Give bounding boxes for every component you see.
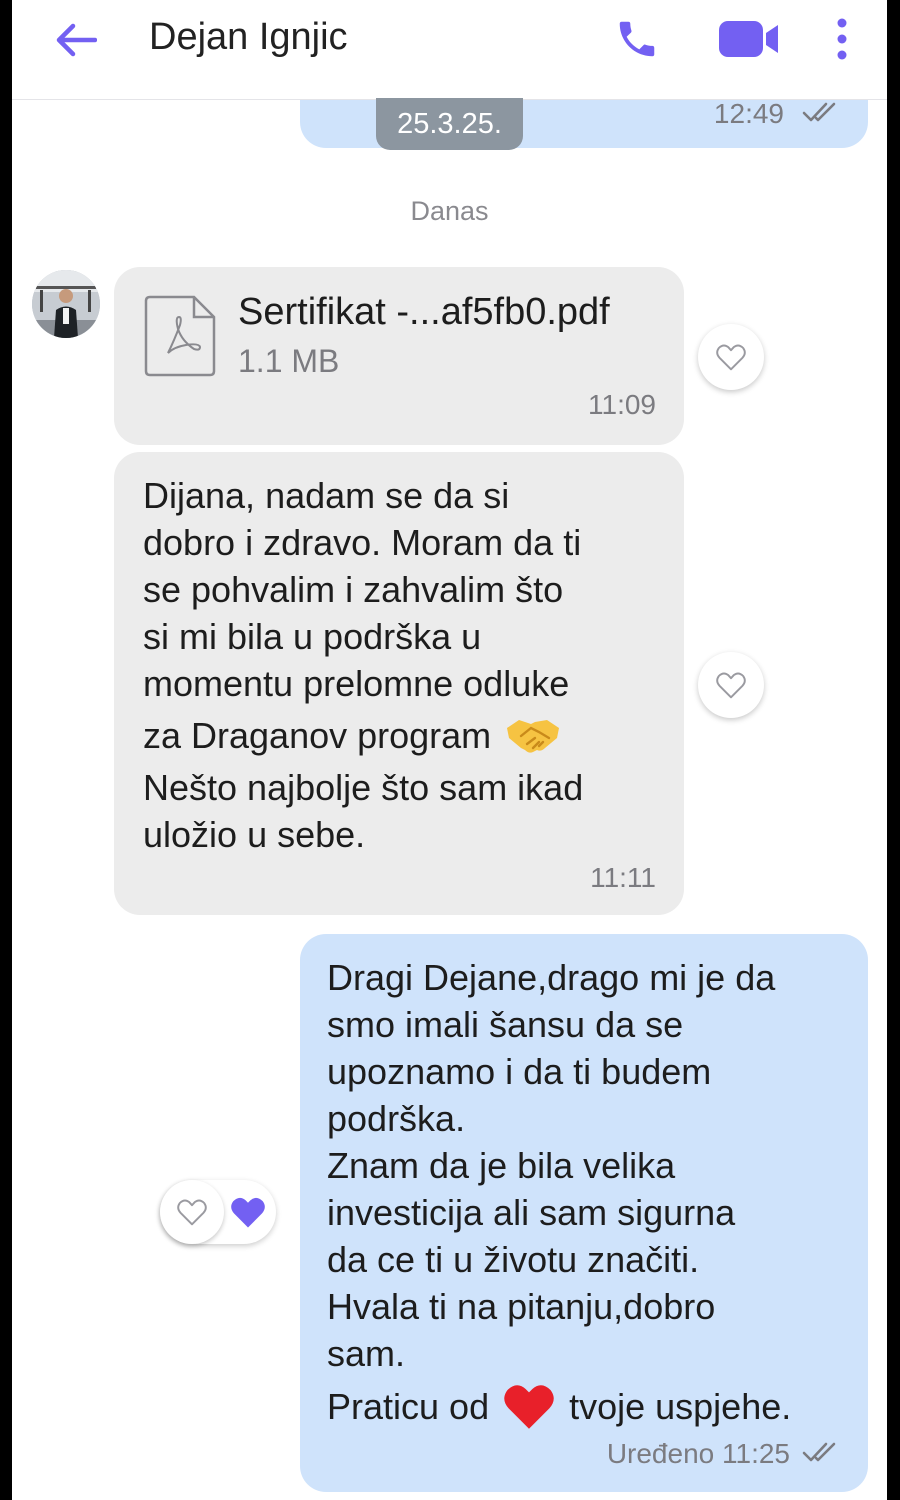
arrow-left-icon: [56, 23, 97, 57]
message-line: za Draganov program: [143, 715, 492, 756]
chat-screen: Dejan Ignjic 12:49 25.3.25. Danas Sertif…: [12, 0, 887, 1500]
message-line: investicija ali sam sigurna: [327, 1192, 736, 1233]
message-status-time: Uređeno 11:25: [607, 1438, 790, 1470]
heart-filled-icon: [231, 1197, 265, 1228]
video-call-button[interactable]: [714, 14, 784, 64]
call-button[interactable]: [610, 12, 664, 66]
file-size: 1.1 MB: [238, 343, 340, 379]
message-line: Praticu od: [327, 1385, 490, 1427]
message-line: Nešto najbolje što sam ikad: [143, 767, 584, 808]
message-line: uložio u sebe.: [143, 814, 366, 855]
pdf-file-icon: [144, 295, 216, 377]
double-check-icon: [802, 1442, 836, 1462]
message-line: momentu prelomne odluke: [143, 663, 570, 704]
red-heart-emoji-icon: [504, 1385, 554, 1429]
message-line: dobro i zdravo. Moram da ti: [143, 522, 582, 563]
message-line: Znam da je bila velika: [327, 1145, 676, 1186]
message-line: podrška.: [327, 1098, 466, 1139]
message-time: 12:49: [713, 98, 784, 129]
phone-icon: [619, 21, 655, 57]
heart-outline-icon: [716, 344, 746, 371]
message-bubble-outgoing[interactable]: Dragi Dejane,drago mi je da smo imali ša…: [300, 934, 868, 1492]
handshake-emoji-icon: [507, 719, 560, 753]
video-camera-icon: [719, 21, 778, 57]
message-line: da ce ti u životu značiti.: [327, 1239, 700, 1280]
file-name: Sertifikat -...af5fb0.pdf: [238, 291, 610, 333]
message-time: 11:11: [590, 862, 656, 893]
heart-outline-icon: [177, 1199, 207, 1226]
like-button[interactable]: [160, 1180, 224, 1244]
avatar[interactable]: [32, 270, 100, 338]
reaction-heart[interactable]: [226, 1190, 270, 1234]
reaction-pill: [160, 1180, 276, 1244]
day-separator: Danas: [410, 196, 489, 226]
message-line: Dijana, nadam se da si: [143, 475, 510, 516]
like-button[interactable]: [698, 324, 764, 390]
message-line: Hvala ti na pitanju,dobro: [327, 1286, 716, 1327]
message-bubble-incoming[interactable]: Dijana, nadam se da si dobro i zdravo. M…: [114, 452, 684, 915]
message-text: Dijana, nadam se da si dobro i zdravo. M…: [143, 472, 663, 858]
date-pill: 25.3.25.: [376, 98, 523, 150]
file-message[interactable]: Sertifikat -...af5fb0.pdf 1.1 MB 11:09: [114, 267, 684, 445]
message-line: upoznamo i da ti budem: [327, 1051, 712, 1092]
message-line-with-emoji: za Draganov program: [143, 707, 663, 764]
message-time: 11:25: [722, 1438, 790, 1469]
message-line: si mi bila u podrška u: [143, 616, 482, 657]
double-check-icon: [802, 102, 836, 122]
edited-label: Uređeno: [606, 1438, 715, 1469]
chat-header: Dejan Ignjic: [12, 0, 887, 100]
more-options-button[interactable]: [824, 12, 860, 66]
contact-name[interactable]: Dejan Ignjic: [149, 16, 348, 59]
heart-outline-icon: [716, 672, 746, 699]
message-line-with-emoji: Praticu od tvoje uspjehe.: [327, 1377, 857, 1435]
message-line: se pohvalim i zahvalim što: [143, 569, 564, 610]
avatar-photo: [32, 270, 100, 338]
message-line: smo imali šansu da se: [327, 1004, 684, 1045]
more-vertical-icon: [837, 18, 847, 60]
back-button[interactable]: [50, 14, 102, 66]
message-time: 11:09: [588, 389, 656, 420]
like-button[interactable]: [698, 652, 764, 718]
message-line: sam.: [327, 1333, 406, 1374]
message-line: tvoje uspjehe.: [569, 1385, 792, 1427]
message-line: Dragi Dejane,drago mi je da: [327, 957, 776, 998]
message-text: Dragi Dejane,drago mi je da smo imali ša…: [327, 954, 857, 1435]
